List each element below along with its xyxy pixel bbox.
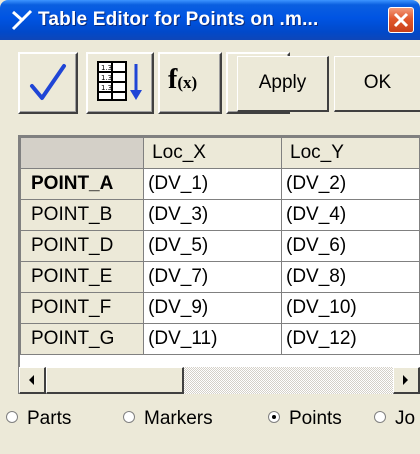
close-icon [393,12,409,28]
table-cell[interactable]: (DV_5) [143,230,282,262]
row-header[interactable]: POINT_F [20,292,145,324]
radio-markers[interactable]: Markers [123,408,213,430]
row-header[interactable]: POINT_E [20,261,145,293]
checkmark-icon [30,64,66,100]
radio-button[interactable] [123,410,135,423]
radio-button[interactable] [268,410,280,423]
scroll-left-button[interactable] [19,367,46,394]
radio-label: Parts [27,408,72,429]
row-header[interactable]: POINT_A [20,168,145,200]
svg-text:1.3: 1.3 [101,84,112,92]
radio-button[interactable] [6,410,18,423]
scroll-thumb[interactable] [46,367,184,394]
table-row: POINT_D (DV_5) (DV_6) [20,230,420,262]
svg-text:1.3: 1.3 [101,74,112,82]
table-cell[interactable]: (DV_6) [281,230,420,262]
horizontal-scrollbar[interactable] [18,367,420,394]
table-cell[interactable]: (DV_11) [143,323,282,355]
table-corner[interactable] [20,137,145,169]
function-button[interactable]: f(x) [158,52,222,114]
row-header[interactable]: POINT_D [20,230,145,262]
arrow-right-icon [403,375,408,385]
table-cell[interactable]: (DV_9) [143,292,282,324]
table-row: POINT_F (DV_9) (DV_10) [20,292,420,324]
table-cell[interactable]: (DV_8) [281,261,420,293]
toolbar: 1.3 1.3 1.3 f(x) i: Apply OK [0,40,420,128]
table-sort-icon: 1.3 1.3 1.3 [97,61,142,101]
table-row: POINT_G (DV_11) (DV_12) [20,323,420,355]
apply-button[interactable]: Apply [237,56,329,112]
table-editor-window: Table Editor for Points on .m... 1.3 1.3… [0,0,420,454]
close-button[interactable] [388,7,414,33]
table-cell[interactable]: (DV_1) [143,168,282,200]
radio-label: Markers [144,408,213,429]
row-header[interactable]: POINT_B [20,199,145,231]
table-cell[interactable]: (DV_4) [281,199,420,231]
wand-icon [10,7,34,33]
radio-button[interactable] [374,410,386,423]
radio-joints[interactable]: Jo [374,408,415,430]
window-title: Table Editor for Points on .m... [38,9,319,30]
title-bar[interactable]: Table Editor for Points on .m... [0,0,420,40]
object-type-filter: Parts Markers Points Jo [0,398,420,438]
table-cell[interactable]: (DV_7) [143,261,282,293]
fx-sub-label: (x) [177,73,198,92]
fx-label: f [168,64,178,95]
table-header-row: Loc_X Loc_Y [20,137,420,169]
column-header-loc-x[interactable]: Loc_X [143,137,282,169]
radio-points[interactable]: Points [268,408,342,430]
table-cell[interactable]: (DV_12) [281,323,420,355]
column-header-loc-y[interactable]: Loc_Y [281,137,420,169]
table-row: POINT_E (DV_7) (DV_8) [20,261,420,293]
scroll-right-button[interactable] [393,367,420,394]
ok-button[interactable]: OK [334,56,420,112]
row-header[interactable]: POINT_G [20,323,145,355]
points-table: Loc_X Loc_Y POINT_A (DV_1) (DV_2) POINT_… [18,135,420,367]
arrow-left-icon [29,375,34,385]
table-cell[interactable]: (DV_3) [143,199,282,231]
table-row: POINT_B (DV_3) (DV_4) [20,199,420,231]
radio-label: Points [289,408,342,429]
svg-text:1.3: 1.3 [101,64,112,72]
table-cell[interactable]: (DV_2) [281,168,420,200]
table-row: POINT_A (DV_1) (DV_2) [20,168,420,200]
confirm-button[interactable] [18,52,78,114]
radio-label: Jo [395,408,416,429]
radio-parts[interactable]: Parts [6,408,71,430]
table-cell[interactable]: (DV_10) [281,292,420,324]
sort-table-button[interactable]: 1.3 1.3 1.3 [86,52,154,114]
